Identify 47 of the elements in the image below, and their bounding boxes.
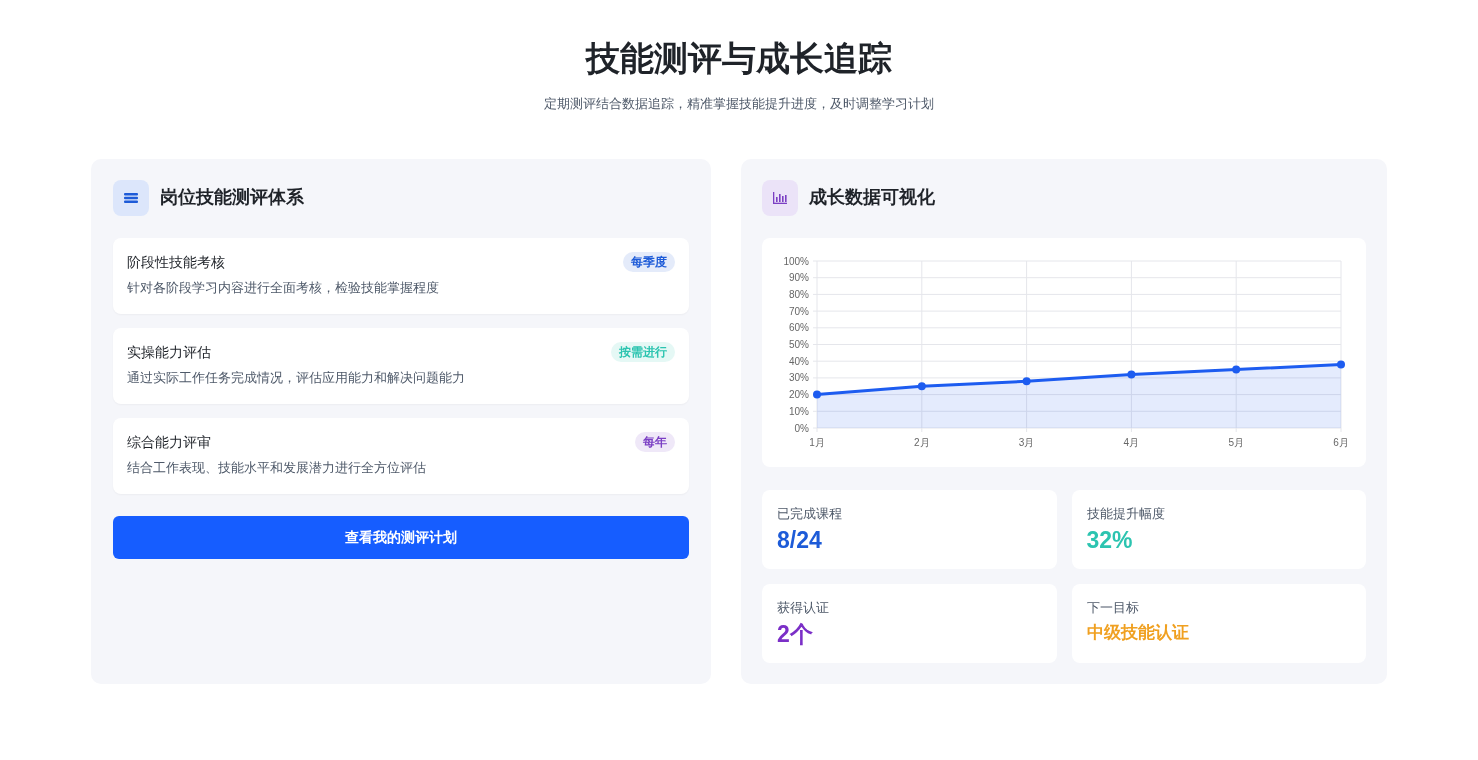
x-tick-label: 3月	[1018, 436, 1035, 448]
assessment-description: 结合工作表现、技能水平和发展潜力进行全方位评估	[127, 458, 427, 477]
stat-value: 中级技能认证	[1086, 622, 1190, 644]
assessment-description: 通过实际工作任务完成情况，评估应用能力和解决问题能力	[127, 368, 466, 387]
y-tick-label: 40%	[789, 355, 809, 367]
data-point	[1232, 365, 1241, 374]
panel-title: 岗位技能测评体系	[160, 186, 304, 209]
y-tick-label: 50%	[789, 338, 809, 350]
data-point	[1337, 360, 1345, 369]
stat-label: 已完成课程	[777, 504, 843, 523]
assessment-title: 综合能力评审	[127, 432, 211, 452]
view-plan-button[interactable]: 查看我的测评计划	[113, 515, 689, 559]
data-point	[1127, 370, 1136, 379]
data-point	[917, 381, 926, 390]
y-tick-label: 0%	[794, 422, 809, 433]
y-tick-label: 20%	[789, 388, 809, 400]
data-point	[1022, 376, 1031, 385]
stat-label: 下一目标	[1086, 598, 1140, 617]
stat-label: 技能提升幅度	[1086, 504, 1166, 523]
x-tick-label: 5月	[1228, 436, 1244, 448]
page-title: 技能测评与成长追踪	[586, 38, 892, 79]
stat-value: 2个	[777, 620, 814, 649]
list-icon	[113, 179, 149, 216]
y-tick-label: 70%	[789, 305, 809, 317]
frequency-tag: 每季度	[623, 252, 675, 272]
data-point	[813, 390, 821, 399]
x-tick-label: 6月	[1333, 436, 1349, 448]
frequency-tag: 按需进行	[611, 342, 675, 362]
y-tick-label: 100%	[783, 255, 809, 266]
y-tick-label: 60%	[789, 321, 809, 333]
x-tick-label: 2月	[914, 436, 930, 448]
y-tick-label: 30%	[789, 371, 809, 383]
assessment-description: 针对各阶段学习内容进行全面考核，检验技能掌握程度	[127, 278, 440, 297]
stat-value: 32%	[1086, 526, 1134, 555]
y-tick-label: 90%	[789, 271, 809, 283]
x-tick-label: 4月	[1123, 436, 1140, 448]
stat-value: 8/24	[777, 526, 823, 555]
assessment-title: 阶段性技能考核	[127, 252, 225, 272]
x-tick-label: 1月	[809, 436, 825, 448]
assessment-title: 实操能力评估	[127, 342, 211, 362]
bar-chart-icon	[762, 179, 798, 216]
stat-label: 获得认证	[777, 598, 830, 617]
frequency-tag: 每年	[635, 432, 675, 452]
panel-title: 成长数据可视化	[809, 186, 935, 209]
page-subtitle: 定期测评结合数据追踪，精准掌握技能提升进度，及时调整学习计划	[544, 95, 934, 113]
y-tick-label: 80%	[789, 288, 809, 300]
y-tick-label: 10%	[789, 405, 809, 417]
